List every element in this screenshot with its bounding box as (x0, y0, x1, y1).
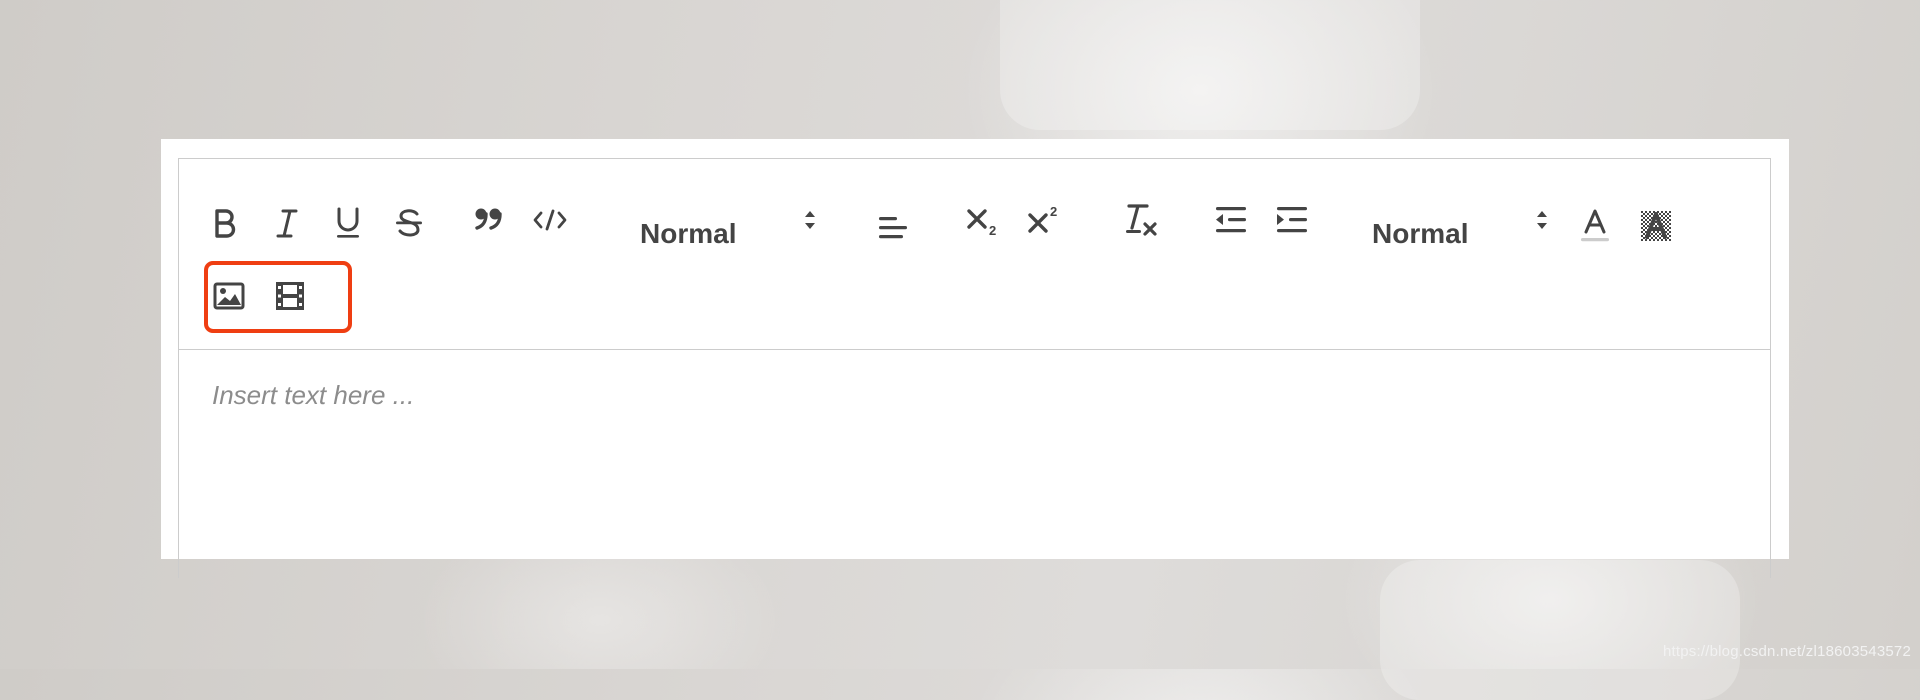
align-button[interactable] (874, 209, 912, 247)
background-object (1380, 560, 1740, 700)
editor-content[interactable]: Insert text here ... (179, 350, 1770, 580)
indent-icon (1277, 207, 1307, 233)
blockquote-button[interactable] (470, 201, 508, 239)
image-icon (213, 282, 245, 310)
svg-text:2: 2 (1050, 204, 1057, 219)
outdent-button[interactable] (1212, 201, 1250, 239)
dropdown-arrows-icon (805, 211, 815, 229)
background-color-icon (1641, 211, 1671, 241)
header-picker-label: Normal (640, 218, 737, 249)
editor-panel: Normal 2 2 Normal Insert text here ... (161, 139, 1789, 578)
font-color-icon (1581, 209, 1609, 242)
svg-text:2: 2 (989, 223, 996, 237)
align-left-icon (879, 217, 907, 239)
rich-text-editor: Normal 2 2 Normal Insert text here ... (178, 158, 1771, 578)
video-button[interactable] (271, 277, 309, 315)
background-object (1000, 0, 1420, 130)
indent-button[interactable] (1273, 201, 1311, 239)
video-icon (276, 282, 304, 310)
strikethrough-icon (396, 209, 422, 237)
watermark-text: https://blog.csdn.net/zl18603543572 (1662, 643, 1911, 660)
subscript-icon: 2 (967, 209, 996, 237)
header-picker[interactable]: Normal (640, 211, 830, 254)
superscript-button[interactable]: 2 (1026, 201, 1064, 239)
dropdown-arrows-icon (1537, 211, 1547, 229)
clear-format-icon (1126, 204, 1157, 236)
code-block-button[interactable] (531, 201, 569, 239)
italic-icon (276, 209, 298, 238)
background-color-button[interactable] (1637, 207, 1675, 245)
bold-button[interactable] (206, 204, 244, 242)
font-color-button[interactable] (1576, 207, 1614, 245)
code-icon (533, 209, 567, 231)
subscript-button[interactable]: 2 (965, 201, 1003, 239)
size-picker-label: Normal (1372, 218, 1469, 249)
clear-format-button[interactable] (1122, 201, 1160, 239)
strikethrough-button[interactable] (390, 204, 428, 242)
size-picker[interactable]: Normal (1372, 211, 1562, 254)
blockquote-icon (475, 208, 502, 230)
underline-button[interactable] (329, 204, 367, 242)
superscript-icon: 2 (1028, 204, 1057, 233)
editor-placeholder: Insert text here ... (212, 380, 415, 410)
italic-button[interactable] (268, 204, 306, 242)
underline-icon (337, 207, 359, 238)
bold-icon (215, 209, 236, 238)
outdent-icon (1216, 207, 1246, 233)
image-button[interactable] (210, 277, 248, 315)
toolbar: Normal 2 2 Normal (179, 159, 1770, 350)
